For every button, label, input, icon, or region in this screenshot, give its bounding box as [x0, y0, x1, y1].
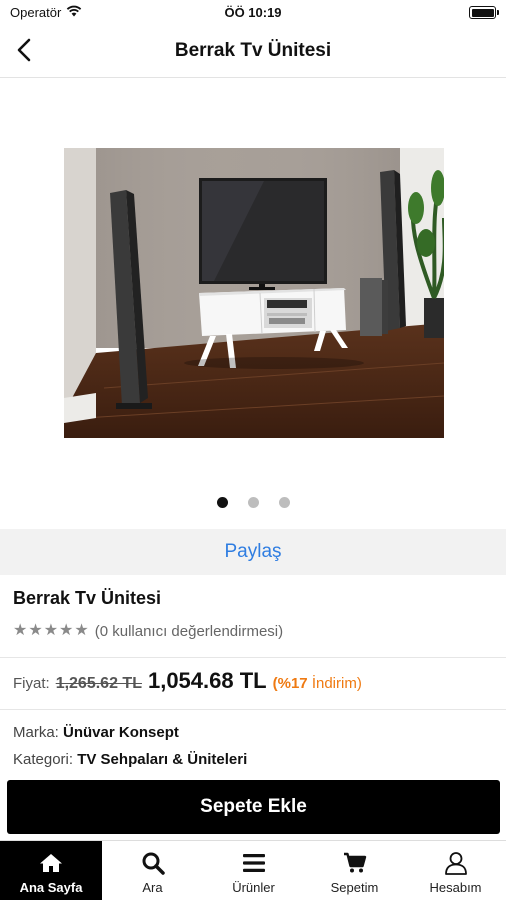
product-name: Berrak Tv Ünitesi: [13, 588, 162, 608]
cart-icon: [342, 851, 368, 875]
tab-home[interactable]: Ana Sayfa: [0, 841, 102, 900]
category-label: Kategori:: [13, 751, 74, 768]
carousel-dot[interactable]: [247, 497, 259, 508]
star-icon: ★: [13, 622, 28, 639]
search-icon: [140, 851, 166, 875]
back-button[interactable]: [8, 36, 40, 68]
tab-search[interactable]: Ara: [102, 841, 203, 900]
home-icon: [38, 851, 64, 875]
page-title: Berrak Tv Ünitesi: [174, 40, 332, 61]
tab-products[interactable]: Ürünler: [203, 841, 304, 900]
add-to-cart-button[interactable]: Sepete Ekle: [7, 780, 500, 834]
status-time: ÖÖ 10:19: [224, 5, 282, 20]
brand-label: Marka:: [13, 724, 59, 741]
star-icon: ★: [43, 622, 59, 639]
navigation-bar: Berrak Tv Ünitesi: [0, 26, 506, 78]
carousel-dot[interactable]: [216, 497, 228, 508]
product-image: [64, 148, 444, 438]
star-icon: ★: [59, 622, 74, 639]
star-rating: ★ ★ ★ ★ ★: [13, 622, 89, 640]
tab-label: Ürünler: [232, 880, 275, 895]
current-price: 1,054.68 TL: [147, 668, 267, 693]
star-icon: ★: [74, 622, 89, 639]
price-row: Fiyat: 1,265.62 TL 1,054.68 TL (%17 İndi…: [13, 668, 362, 694]
divider: [0, 657, 506, 658]
rating-row[interactable]: ★ ★ ★ ★ ★ (0 kullanıcı değerlendirmesi): [13, 622, 283, 640]
star-icon: ★: [28, 622, 43, 639]
brand-link[interactable]: Ünüvar Konsept: [63, 724, 179, 741]
discount-percent: (%17: [272, 675, 308, 692]
menu-icon: [241, 851, 267, 875]
chevron-left-icon: [17, 38, 31, 67]
rating-count-text: (0 kullanıcı değerlendirmesi): [94, 622, 284, 640]
tab-label: Hesabım: [429, 880, 482, 895]
discount-word: İndirim): [311, 675, 362, 692]
price-label: Fiyat:: [13, 675, 50, 692]
share-button[interactable]: Paylaş: [224, 541, 281, 563]
tab-label: Ana Sayfa: [19, 880, 83, 895]
image-carousel[interactable]: [0, 79, 506, 527]
status-bar: Operatör ÖÖ 10:19: [0, 0, 506, 26]
old-price: 1,265.62 TL: [55, 675, 142, 692]
tab-label: Ara: [142, 880, 163, 895]
share-bar: Paylaş: [0, 529, 506, 575]
tab-cart[interactable]: Sepetim: [304, 841, 405, 900]
brand-row: Marka: Ünüvar Konsept: [13, 724, 179, 741]
carousel-dots: [0, 497, 506, 508]
divider: [0, 709, 506, 710]
tab-account[interactable]: Hesabım: [405, 841, 506, 900]
tab-label: Sepetim: [330, 880, 379, 895]
product-detail-screen: Operatör ÖÖ 10:19 Berrak Tv Ünitesi Payl…: [0, 0, 506, 900]
tab-bar: Ana Sayfa Ara Ürünler Sepetim Hesabım: [0, 840, 506, 900]
category-row: Kategori: TV Sehpaları & Üniteleri: [13, 751, 247, 768]
carousel-dot[interactable]: [278, 497, 290, 508]
user-icon: [443, 851, 469, 875]
discount-badge: (%17 İndirim): [273, 675, 362, 692]
battery-icon: [469, 6, 499, 19]
category-link[interactable]: TV Sehpaları & Üniteleri: [77, 751, 247, 768]
